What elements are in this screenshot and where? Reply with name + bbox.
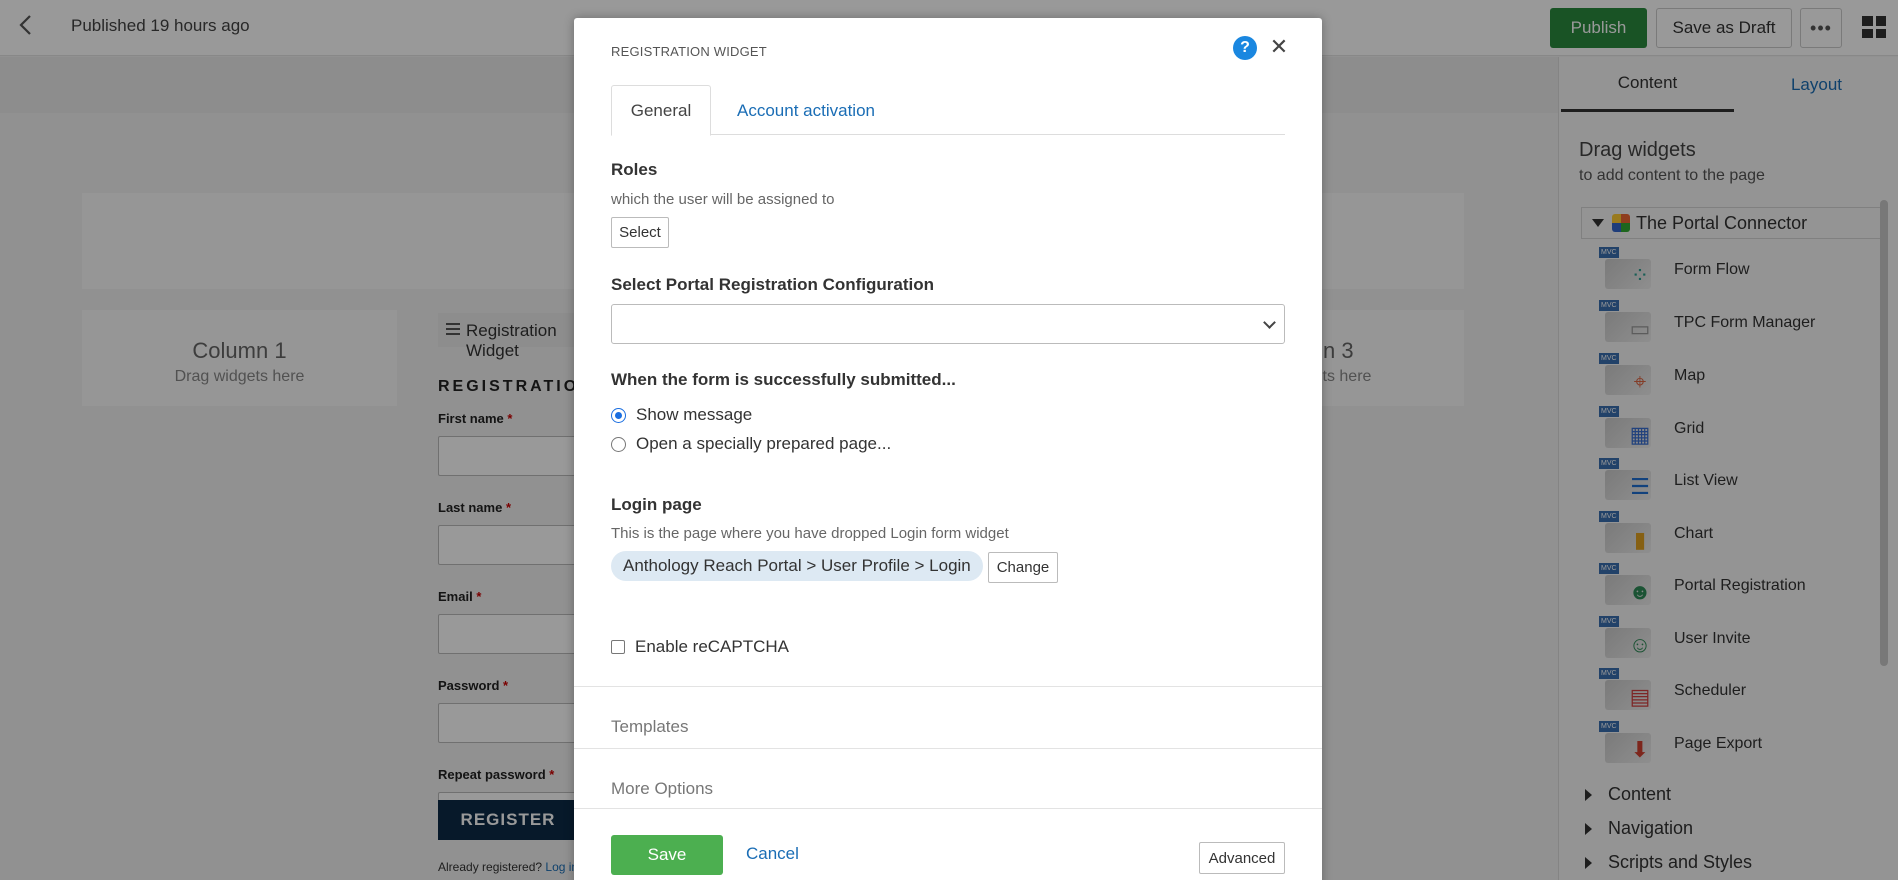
tab-account-activation[interactable]: Account activation [711, 85, 901, 136]
option-show-message-label: Show message [636, 405, 753, 424]
login-page-description: This is the page where you have dropped … [611, 525, 1009, 542]
help-icon[interactable]: ? [1233, 36, 1257, 60]
templates-section[interactable]: Templates [574, 686, 1322, 748]
option-open-page[interactable]: Open a specially prepared page... [611, 434, 891, 454]
save-button[interactable]: Save [611, 835, 723, 875]
select-roles-button[interactable]: Select [611, 217, 669, 248]
tab-general[interactable]: General [611, 85, 711, 136]
config-select[interactable] [611, 304, 1285, 344]
login-page-path: Anthology Reach Portal > User Profile > … [611, 551, 983, 581]
option-show-message[interactable]: Show message [611, 405, 752, 425]
advanced-button[interactable]: Advanced [1199, 842, 1285, 874]
more-options-section[interactable]: More Options [574, 748, 1322, 808]
recaptcha-label: Enable reCAPTCHA [635, 637, 790, 656]
recaptcha-option[interactable]: Enable reCAPTCHA [611, 637, 789, 657]
radio-unselected[interactable] [611, 436, 626, 452]
radio-selected[interactable] [611, 407, 626, 423]
dialog-tabs: General Account activation [611, 85, 1285, 136]
chevron-down-icon [1263, 316, 1276, 329]
registration-widget-dialog: REGISTRATION WIDGET ? ✕ General Account … [574, 18, 1322, 880]
config-label: Select Portal Registration Configuration [611, 275, 935, 294]
cancel-button[interactable]: Cancel [746, 844, 799, 864]
change-login-page-button[interactable]: Change [988, 552, 1058, 583]
submit-action-label: When the form is successfully submitted.… [611, 370, 956, 389]
roles-description: which the user will be assigned to [611, 191, 835, 208]
roles-label: Roles [611, 160, 658, 179]
footer-divider [574, 808, 1322, 809]
option-open-page-label: Open a specially prepared page... [636, 434, 892, 453]
recaptcha-checkbox[interactable] [611, 640, 625, 654]
dialog-title: REGISTRATION WIDGET [611, 44, 767, 59]
close-icon[interactable]: ✕ [1268, 34, 1290, 60]
login-page-label: Login page [611, 495, 702, 514]
